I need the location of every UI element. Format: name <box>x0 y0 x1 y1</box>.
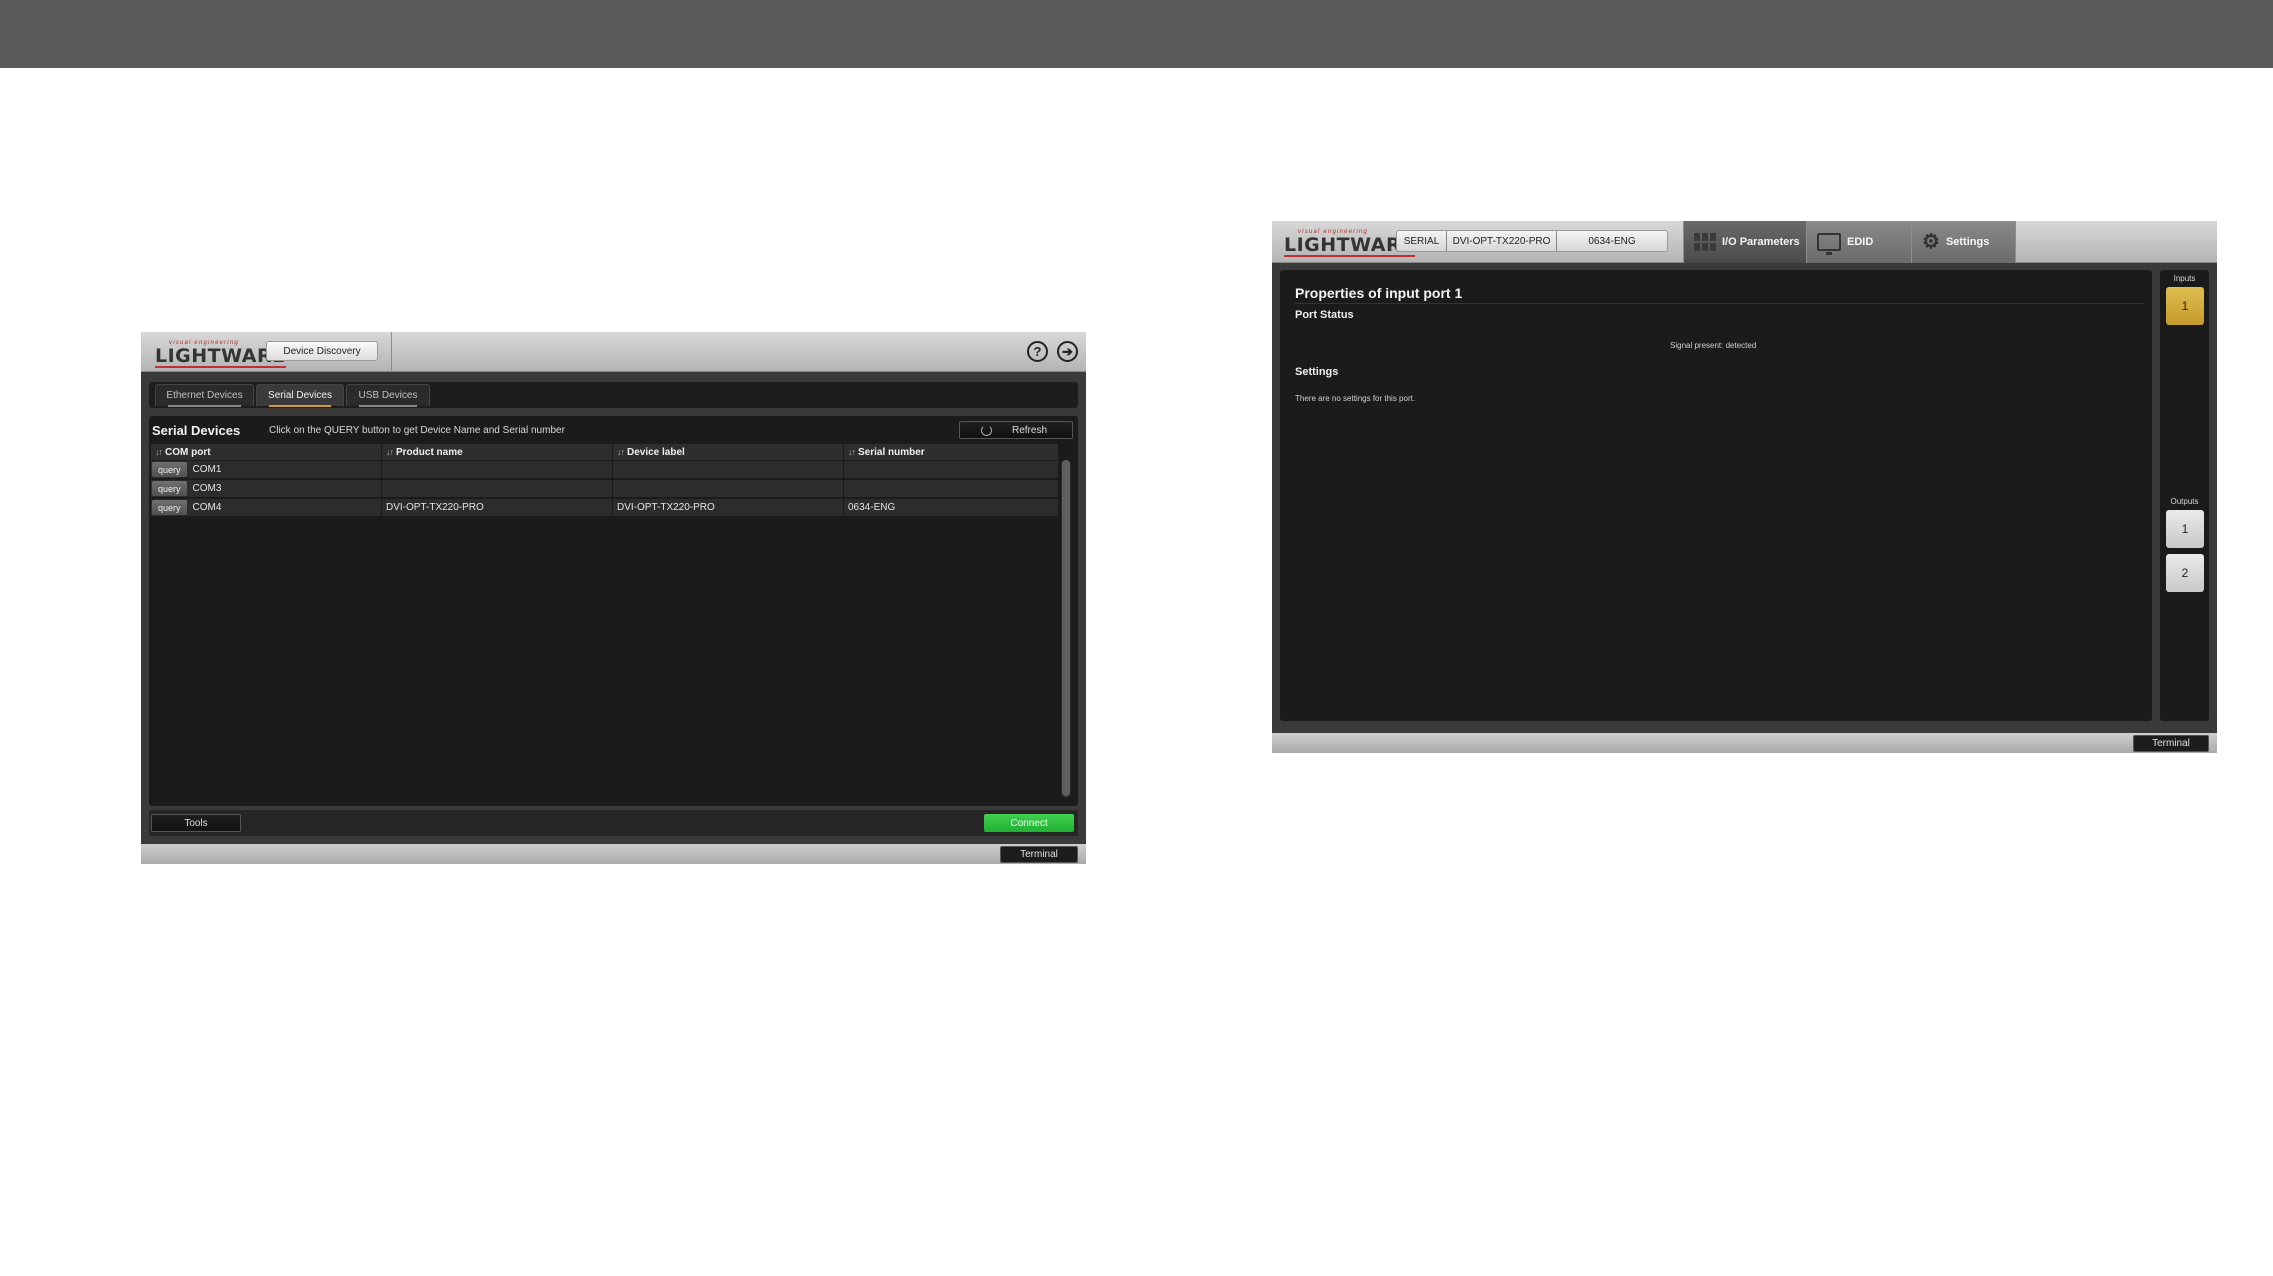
device-serial: 0634-ENG <box>1588 235 1636 247</box>
terminal-button[interactable]: Terminal <box>1000 846 1078 863</box>
terminal-button[interactable]: Terminal <box>2133 735 2209 752</box>
port-properties-panel: Properties of input port 1 Port Status S… <box>1280 270 2152 721</box>
device-control-window: visual engineering LIGHTWARE SERIAL DVI-… <box>1272 221 2217 753</box>
device-type-tabs: Ethernet Devices Serial Devices USB Devi… <box>149 382 1078 408</box>
no-settings-text: There are no settings for this port. <box>1295 394 1416 403</box>
output-port-1-button[interactable]: 1 <box>2166 510 2204 548</box>
table-row[interactable]: query COM1 <box>151 460 1059 479</box>
table-scrollbar[interactable] <box>1061 460 1071 798</box>
app-topbar: visual engineering LIGHTWARE Device Disc… <box>141 332 1086 372</box>
nav-edid-label: EDID <box>1847 236 1874 248</box>
signal-status-text: Signal present: detected <box>1670 341 1757 350</box>
sort-icon: ↓↑ <box>386 447 394 457</box>
gear-icon: ⚙ <box>1922 231 1940 253</box>
table-header-row: ↓↑ COM port ↓↑ Product name ↓↑ Device label… <box>151 444 1059 460</box>
title-divider <box>1294 303 2144 304</box>
device-info-button[interactable]: SERIAL DVI-OPT-TX220-PRO 0634-ENG <box>1396 230 1668 252</box>
com-port-cell: query COM1 <box>151 461 382 478</box>
tab-usb-devices[interactable]: USB Devices <box>346 384 430 407</box>
sort-icon: ↓↑ <box>617 447 625 457</box>
grid-icon <box>1694 233 1716 251</box>
com-port-cell: query COM4 <box>151 499 382 516</box>
nav-io-parameters[interactable]: I/O Parameters <box>1683 221 1806 263</box>
nav-settings[interactable]: ⚙ Settings <box>1911 221 2016 263</box>
device-label-cell <box>613 461 844 478</box>
output-port-2-button[interactable]: 2 <box>2166 554 2204 592</box>
query-button[interactable]: query <box>152 481 187 496</box>
column-header-device-label[interactable]: ↓↑ Device label <box>613 444 844 460</box>
footer-toolbar: Tools Connect <box>149 810 1078 836</box>
exit-icon[interactable]: ➔ <box>1057 341 1078 362</box>
product-name-cell: DVI-OPT-TX220-PRO <box>382 499 613 516</box>
product-name-cell <box>382 461 613 478</box>
device-discovery-button[interactable]: Device Discovery <box>266 341 378 361</box>
product-name-cell <box>382 480 613 497</box>
device-label-cell: DVI-OPT-TX220-PRO <box>613 499 844 516</box>
sort-icon: ↓↑ <box>848 447 856 457</box>
nav-edid[interactable]: EDID <box>1806 221 1911 263</box>
help-icon[interactable]: ? <box>1027 341 1048 362</box>
properties-title: Properties of input port 1 <box>1295 285 1463 301</box>
tab-ethernet-devices[interactable]: Ethernet Devices <box>155 384 254 407</box>
column-header-com-port[interactable]: ↓↑ COM port <box>151 444 382 460</box>
app-topbar: visual engineering LIGHTWARE SERIAL DVI-… <box>1272 221 2217 263</box>
serial-number-cell <box>844 480 1059 497</box>
lightware-logo: visual engineering LIGHTWARE <box>1284 229 1415 257</box>
port-selector-panel: Inputs 1 Outputs 1 2 <box>2160 270 2209 721</box>
settings-heading: Settings <box>1295 366 1339 378</box>
query-button[interactable]: query <box>152 500 187 515</box>
connection-type: SERIAL <box>1397 231 1447 251</box>
port-status-heading: Port Status <box>1295 309 1354 321</box>
panel-hint: Click on the QUERY button to get Device … <box>269 425 565 436</box>
panel-title: Serial Devices <box>152 423 241 438</box>
column-header-serial-number[interactable]: ↓↑ Serial number <box>844 444 1059 460</box>
refresh-button[interactable]: Refresh <box>959 421 1073 439</box>
column-header-product-name[interactable]: ↓↑ Product name <box>382 444 613 460</box>
monitor-icon <box>1817 233 1841 255</box>
device-discovery-window: visual engineering LIGHTWARE Device Disc… <box>141 332 1086 864</box>
tools-button[interactable]: Tools <box>151 814 241 832</box>
tab-serial-devices[interactable]: Serial Devices <box>256 384 344 407</box>
serial-number-cell: 0634-ENG <box>844 499 1059 516</box>
device-product-name: DVI-OPT-TX220-PRO <box>1447 231 1557 251</box>
outputs-label: Outputs <box>2170 497 2199 506</box>
table-row[interactable]: query COM3 <box>151 479 1059 498</box>
status-bar: Terminal <box>141 844 1086 864</box>
scrollbar-thumb[interactable] <box>1062 460 1070 796</box>
refresh-label: Refresh <box>1011 424 1047 436</box>
connect-button[interactable]: Connect <box>984 814 1074 832</box>
nav-io-label: I/O Parameters <box>1722 236 1800 248</box>
com-port-cell: query COM3 <box>151 480 382 497</box>
logo-wordmark: LIGHTWARE <box>1284 234 1415 257</box>
table-row[interactable]: query COM4 DVI-OPT-TX220-PRO DVI-OPT-TX22… <box>151 498 1059 517</box>
serial-devices-panel: Serial Devices Click on the QUERY button… <box>149 416 1078 806</box>
topbar-divider <box>391 332 392 372</box>
device-label-cell <box>613 480 844 497</box>
query-button[interactable]: query <box>152 462 187 477</box>
sort-icon: ↓↑ <box>155 447 163 457</box>
inputs-label: Inputs <box>2173 274 2196 283</box>
nav-settings-label: Settings <box>1945 236 1990 248</box>
serial-devices-table: ↓↑ COM port ↓↑ Product name ↓↑ Device label… <box>151 444 1059 517</box>
refresh-icon <box>980 424 992 436</box>
page-header-bar <box>0 0 2273 68</box>
input-port-1-button[interactable]: 1 <box>2166 287 2204 325</box>
status-bar: Terminal <box>1272 733 2217 753</box>
serial-number-cell <box>844 461 1059 478</box>
